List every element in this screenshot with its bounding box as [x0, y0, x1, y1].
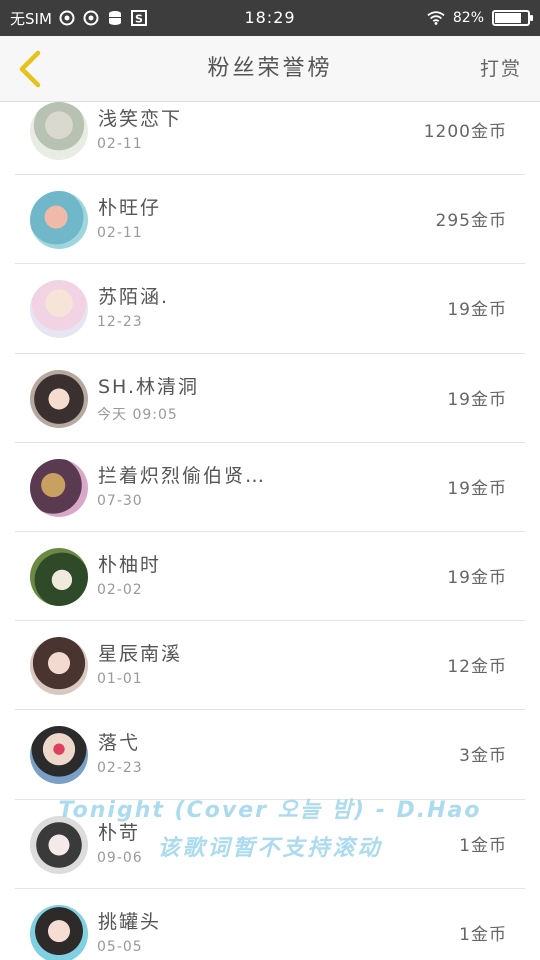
fan-date: 02-11: [97, 136, 143, 152]
fan-list-item[interactable]: 朴旺仔 02-11 295金币: [15, 175, 525, 265]
coin-amount: 19金币: [447, 389, 507, 410]
avatar[interactable]: [30, 369, 88, 428]
chevron-left-icon: [19, 50, 41, 88]
fan-list-item[interactable]: 浅笑恋下 02-11 1200金币: [15, 102, 525, 176]
fan-name: 星辰南溪: [98, 643, 183, 666]
coin-amount: 1金币: [459, 924, 507, 945]
avatar[interactable]: [30, 726, 88, 785]
avatar[interactable]: [30, 191, 88, 250]
status-bar: 无SIM S 18:29 82%: [0, 0, 540, 36]
avatar[interactable]: [30, 547, 88, 606]
back-button[interactable]: [10, 48, 50, 90]
status-right: 82%: [427, 0, 533, 36]
fan-name: SH.林清洞: [98, 375, 200, 398]
fan-list-item[interactable]: 星辰南溪 01-01 12金币: [15, 621, 525, 711]
coin-amount: 1金币: [459, 835, 507, 856]
fan-ranking-list[interactable]: 浅笑恋下 02-11 1200金币朴旺仔 02-11 295金币苏陌涵. 12-23 19金…: [0, 102, 540, 960]
battery-level: [495, 13, 522, 23]
avatar[interactable]: [30, 458, 88, 517]
fan-name: 朴柚时: [98, 553, 162, 576]
wifi-icon: [427, 9, 445, 27]
avatar[interactable]: [30, 904, 88, 960]
fan-date: 09-06: [97, 849, 143, 866]
fan-date: 07-30: [97, 492, 143, 509]
battery-icon: [492, 10, 533, 26]
coin-amount: 12金币: [447, 657, 507, 678]
avatar[interactable]: [30, 637, 88, 696]
fan-list-item[interactable]: 朴苛 09-06 1金币: [15, 800, 525, 889]
fan-date: 02-11: [97, 225, 143, 242]
nav-bar: 粉丝荣誉榜 打赏: [0, 36, 540, 102]
fan-date: 02-02: [97, 581, 143, 598]
coin-amount: 1200金币: [423, 122, 507, 142]
fan-list-item[interactable]: 挑罐头 05-05 1金币: [15, 889, 525, 960]
avatar[interactable]: [30, 815, 88, 874]
coin-amount: 295金币: [435, 211, 507, 232]
fan-name: 浅笑恋下: [98, 108, 183, 130]
fan-ranking-list-content: 浅笑恋下 02-11 1200金币朴旺仔 02-11 295金币苏陌涵. 12-23 19金…: [0, 102, 540, 960]
reward-button[interactable]: 打赏: [480, 36, 522, 102]
fan-name: 苏陌涵.: [98, 286, 170, 309]
fan-date: 12-23: [97, 314, 143, 331]
coin-amount: 19金币: [447, 478, 507, 499]
fan-list-item[interactable]: 朴柚时 02-02 19金币: [15, 532, 525, 622]
fan-date: 01-01: [97, 671, 143, 688]
fan-list-item[interactable]: 苏陌涵. 12-23 19金币: [15, 264, 525, 354]
fan-name: 朴苛: [98, 821, 141, 844]
coin-amount: 19金币: [447, 300, 507, 321]
fan-date: 今天 09:05: [97, 406, 178, 423]
page-title: 粉丝荣誉榜: [207, 56, 333, 81]
fan-name: 朴旺仔: [98, 197, 162, 220]
fan-date: 02-23: [97, 760, 143, 777]
coin-amount: 3金币: [459, 746, 507, 767]
avatar[interactable]: [30, 102, 88, 160]
battery-percent: 82%: [452, 10, 484, 26]
fan-list-item[interactable]: 拦着炽烈偷伯贤… 07-30 19金币: [15, 443, 525, 532]
fan-list-item[interactable]: SH.林清洞今天 09:05 19金币: [15, 354, 525, 443]
fan-name: 拦着炽烈偷伯贤…: [98, 464, 267, 487]
avatar[interactable]: [30, 280, 88, 339]
fan-date: 05-05: [97, 938, 143, 955]
coin-amount: 19金币: [447, 567, 507, 588]
fan-list-item[interactable]: 落弋 02-23 3金币: [15, 710, 525, 800]
fan-name: 落弋: [98, 732, 141, 755]
fan-name: 挑罐头: [98, 910, 162, 933]
